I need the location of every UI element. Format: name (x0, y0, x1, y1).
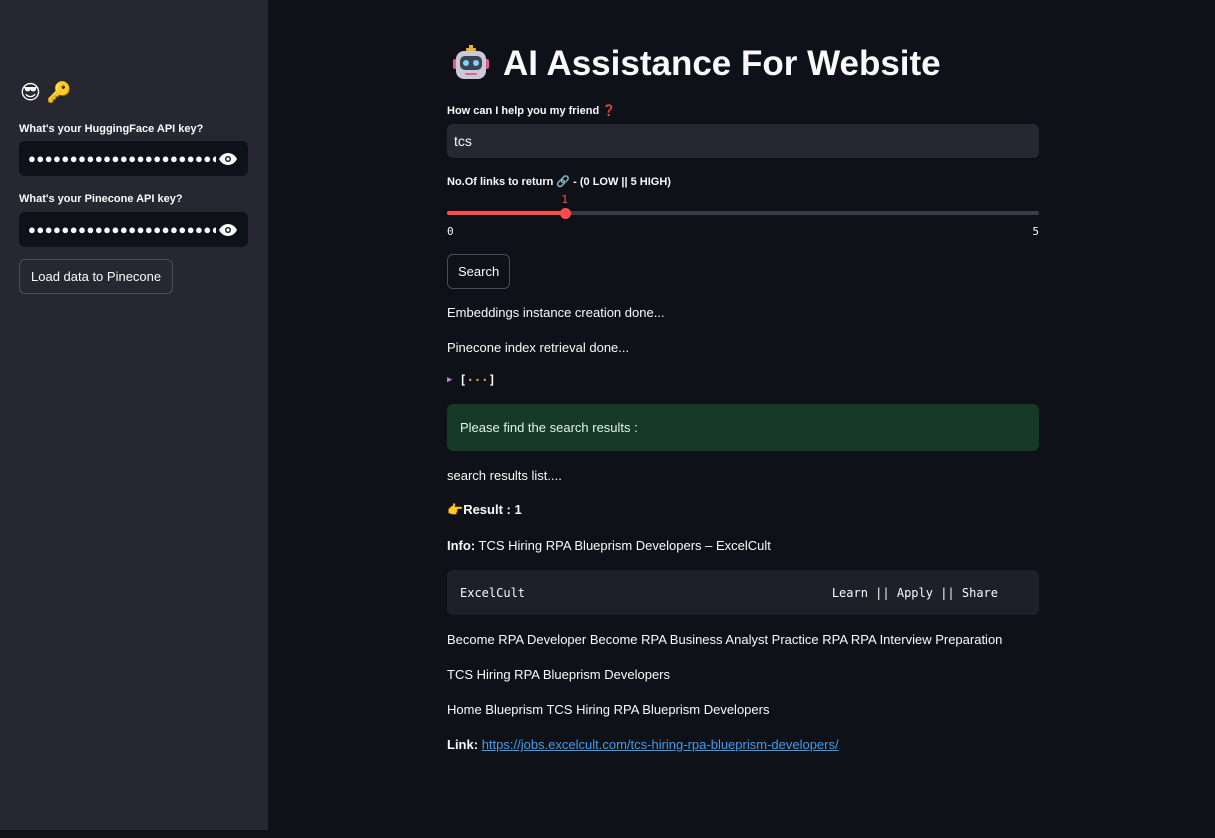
json-expander[interactable]: ▶ [···] (447, 373, 496, 387)
result-line-1: Become RPA Developer Become RPA Business… (447, 632, 1003, 647)
slider-label: No.Of links to return 🔗 - (0 LOW || 5 HI… (447, 176, 671, 188)
slider-handle[interactable] (560, 208, 572, 219)
page-title: AI Assistance For Website (451, 44, 941, 84)
success-alert: Please find the search results : (447, 404, 1039, 451)
result-title: 👉Result : 1 (447, 502, 522, 518)
question-input[interactable]: tcs (447, 124, 1039, 158)
result-line-2: TCS Hiring RPA Blueprism Developers (447, 667, 670, 682)
huggingface-key-label: What's your HuggingFace API key? (19, 123, 204, 135)
slider-max: 5 (1032, 225, 1039, 238)
result-info: Info: TCS Hiring RPA Blueprism Developer… (447, 538, 771, 553)
result-label: Result : 1 (463, 502, 522, 517)
question-label: How can I help you my friend ❓ (447, 105, 616, 117)
huggingface-key-value: ●●●●●●●●●●●●●●●●●●●●●●● (28, 151, 216, 166)
key-emoji-icon: 🔑 (46, 82, 72, 104)
pinecone-key-input[interactable]: ●●●●●●●●●●●●●●●●●●●●●●● (19, 212, 248, 247)
info-value: TCS Hiring RPA Blueprism Developers – Ex… (478, 538, 771, 553)
search-button[interactable]: Search (447, 254, 511, 289)
expand-caret-icon[interactable]: ▶ (447, 375, 452, 385)
result-line-3: Home Blueprism TCS Hiring RPA Blueprism … (447, 702, 770, 717)
link-label: Link: (447, 737, 479, 752)
slider-min: 0 (447, 225, 454, 238)
slider-fill (447, 211, 566, 215)
sidebar-emojis: 😎 🔑 (20, 80, 72, 105)
pinecone-key-label: What's your Pinecone API key? (19, 193, 183, 205)
status-pinecone: Pinecone index retrieval done... (447, 340, 630, 355)
pinecone-key-value: ●●●●●●●●●●●●●●●●●●●●●●● (28, 222, 216, 237)
sunglasses-emoji-icon: 😎 (20, 82, 41, 104)
code-right: Learn || Apply || Share (831, 585, 998, 600)
code-left: ExcelCult (460, 585, 526, 600)
pointing-hand-icon: 👉 (447, 502, 464, 517)
show-password-icon[interactable] (216, 220, 240, 240)
info-label: Info: (447, 538, 476, 553)
success-message: Please find the search results : (460, 420, 638, 435)
sidebar: 😎 🔑 What's your HuggingFace API key? ●●●… (0, 0, 268, 830)
page-title-text: AI Assistance For Website (503, 44, 941, 83)
result-link-row: Link: https://jobs.excelcult.com/tcs-hir… (447, 737, 839, 752)
links-slider[interactable]: 1 0 5 (447, 192, 1039, 242)
slider-value: 1 (561, 193, 569, 206)
json-collapsed: [···] (459, 373, 496, 387)
code-block: ExcelCult Learn || Apply || Share (447, 570, 1039, 615)
show-password-icon[interactable] (216, 149, 240, 169)
huggingface-key-input[interactable]: ●●●●●●●●●●●●●●●●●●●●●●● (19, 141, 248, 176)
robot-icon (453, 45, 489, 79)
load-data-button[interactable]: Load data to Pinecone (19, 259, 174, 294)
results-heading: search results list.... (447, 468, 562, 483)
result-link[interactable]: https://jobs.excelcult.com/tcs-hiring-rp… (482, 737, 839, 752)
status-embeddings: Embeddings instance creation done... (447, 305, 665, 320)
